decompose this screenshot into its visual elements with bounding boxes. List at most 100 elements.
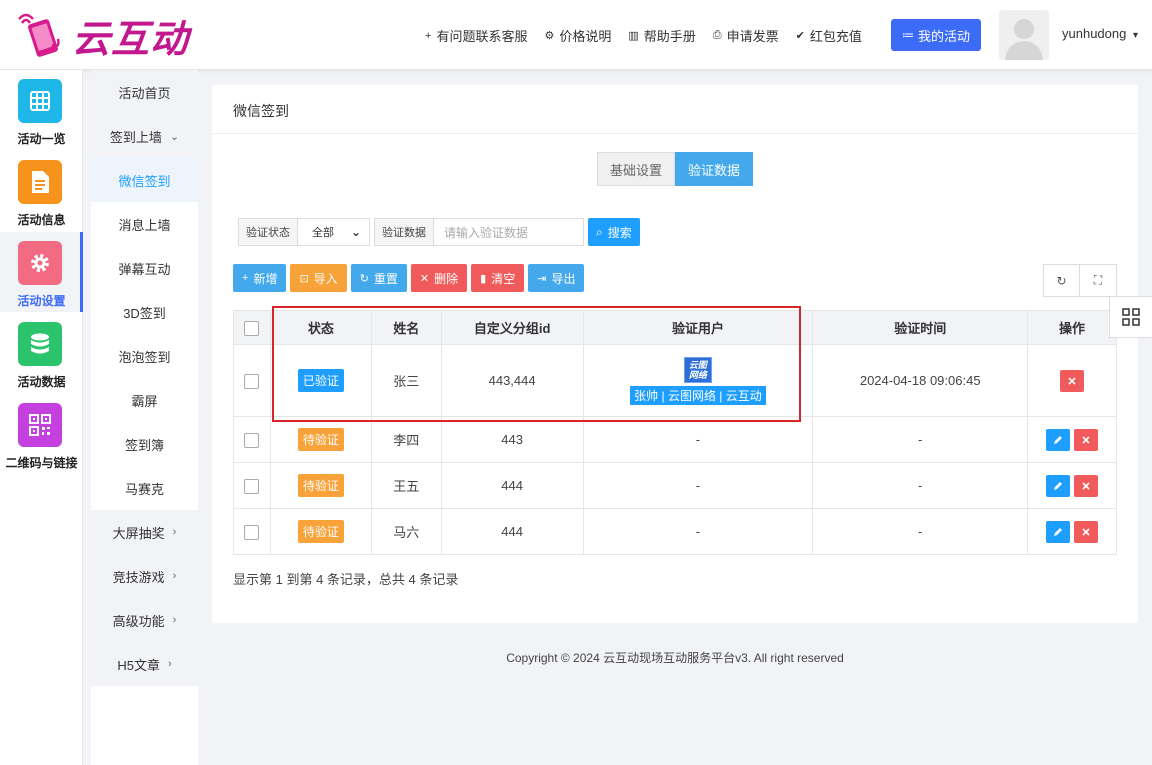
submenu-label: 马赛克	[124, 481, 164, 497]
sidebar-item-3[interactable]: 活动数据	[0, 313, 83, 393]
submenu-item-13[interactable]: H5文章 ›	[91, 642, 198, 686]
edit-button[interactable]	[1046, 520, 1071, 543]
table-row: 待验证 马六 444- -	[233, 508, 1117, 555]
verify-data-input[interactable]: 请输入验证数据	[434, 218, 584, 246]
avatar[interactable]	[999, 10, 1049, 60]
toolbar-label: 新增	[253, 271, 278, 286]
row-checkbox[interactable]	[244, 478, 260, 494]
chevron-icon: ›	[172, 614, 177, 626]
submenu-item-8[interactable]: 签到簿	[91, 422, 198, 466]
edit-button[interactable]	[1046, 428, 1071, 451]
pencil-icon	[1054, 435, 1063, 444]
submenu-label: 消息上墙	[118, 217, 171, 233]
my-activity-button[interactable]: ≔ 我的活动	[891, 19, 981, 51]
submenu-item-1[interactable]: 签到上墙 ⌄	[91, 114, 198, 158]
submenu-item-7[interactable]: 霸屏	[91, 378, 198, 422]
submenu-label: 泡泡签到	[118, 349, 171, 365]
row-checkbox[interactable]	[244, 432, 260, 448]
row-checkbox[interactable]	[244, 524, 260, 540]
data-filter-label: 验证数据	[374, 218, 434, 246]
submenu-item-6[interactable]: 泡泡签到	[91, 334, 198, 378]
time-cell: 2024-04-18 09:06:45	[812, 344, 1029, 417]
toolbar-button-0[interactable]: + 新增	[233, 264, 287, 292]
submenu-item-4[interactable]: 弹幕互动	[91, 246, 198, 290]
col-verify-time: 验证时间	[812, 310, 1029, 345]
submenu-item-0[interactable]: 活动首页	[91, 70, 198, 114]
submenu-label: 微信签到	[118, 173, 171, 189]
submenu-item-2[interactable]: 微信签到	[91, 158, 198, 202]
delete-button[interactable]	[1074, 520, 1099, 543]
select-all-checkbox[interactable]	[244, 320, 260, 336]
top-nav: + 有问题联系客服 ⚙ 价格说明 ▥ 帮助手册 ⎙ 申请发票 ✔ 红包充值	[425, 26, 879, 45]
tab-basic-settings[interactable]: 基础设置	[597, 152, 676, 186]
printer-icon: ⎙	[712, 29, 722, 41]
topnav-item-2[interactable]: ▥ 帮助手册	[628, 26, 695, 45]
topnav-item-4[interactable]: ✔ 红包充值	[796, 26, 862, 45]
submenu-item-10[interactable]: 大屏抽奖 ›	[91, 510, 198, 554]
submenu-item-11[interactable]: 竞技游戏 ›	[91, 554, 198, 598]
search-button-label: 搜索	[607, 225, 632, 240]
select-all-cell	[233, 310, 271, 345]
pencil-icon	[1054, 481, 1063, 490]
submenu-item-12[interactable]: 高级功能 ›	[91, 598, 198, 642]
sidebar-item-4[interactable]: 二维码与链接	[0, 394, 83, 474]
fullscreen-button[interactable]: ⛶	[1080, 264, 1117, 297]
toolbar-button-2[interactable]: ↻ 重置	[350, 264, 407, 292]
time-cell: -	[812, 508, 1029, 555]
verify-user-cell: -	[582, 508, 814, 555]
toolbar-button-1[interactable]: ⊡ 导入	[290, 264, 347, 292]
floating-qr-button[interactable]	[1109, 296, 1152, 338]
brand-name: 云互动	[72, 16, 190, 61]
status-badge: 待验证	[297, 520, 344, 543]
topnav-item-1[interactable]: ⚙ 价格说明	[544, 26, 611, 45]
submenu-item-5[interactable]: 3D签到	[91, 290, 198, 334]
grid-icon	[18, 79, 62, 123]
close-icon	[1082, 481, 1090, 490]
table-tools: ↻ ⛶	[1043, 264, 1117, 297]
submenu-item-3[interactable]: 消息上墙	[91, 202, 198, 246]
trash-icon: ▮	[480, 272, 487, 285]
search-button[interactable]: ⌕ 搜索	[588, 218, 640, 246]
toolbar-button-4[interactable]: ▮ 清空	[471, 264, 525, 292]
edit-button[interactable]	[1046, 474, 1071, 497]
delete-button[interactable]	[1074, 428, 1099, 451]
pencil-icon	[1054, 527, 1063, 536]
delete-button[interactable]	[1074, 474, 1099, 497]
divider	[212, 133, 1138, 134]
status-select[interactable]: 全部 ⌄	[298, 218, 370, 246]
row-checkbox[interactable]	[244, 373, 260, 389]
qrcode-icon	[18, 403, 62, 447]
user-menu[interactable]: yunhudong ▾	[1062, 26, 1138, 41]
refresh-button[interactable]: ↻	[1043, 264, 1080, 297]
name-cell: 李四	[370, 416, 442, 463]
delete-button[interactable]	[1060, 369, 1085, 392]
topnav-label: 帮助手册	[643, 29, 696, 44]
submenu-item-9[interactable]: 马赛克	[91, 466, 198, 510]
tab-verify-data[interactable]: 验证数据	[675, 152, 754, 186]
group-cell: 444	[440, 508, 584, 555]
toolbar-button-3[interactable]: ✕ 删除	[410, 264, 468, 292]
brand-logo[interactable]: 云互动	[18, 10, 190, 61]
sidebar-item-label: 活动信息	[17, 213, 66, 227]
verify-user-cell: -	[582, 462, 814, 509]
status-cell: 待验证	[269, 462, 372, 509]
sidebar-item-2[interactable]: 活动设置	[0, 232, 83, 312]
checkbox-cell	[233, 462, 271, 509]
submenu-label: 3D签到	[123, 305, 166, 321]
time-cell: -	[812, 416, 1029, 463]
submenu-label: 高级功能	[112, 613, 165, 629]
shield-icon: ✔	[795, 30, 805, 42]
sidebar-item-1[interactable]: 活动信息	[0, 151, 83, 231]
topnav-item-3[interactable]: ⎙ 申请发票	[713, 26, 779, 45]
checkbox-cell	[233, 508, 271, 555]
sidebar-item-label: 活动一览	[17, 132, 66, 146]
toolbar-button-5[interactable]: ⇥ 导出	[528, 264, 585, 292]
close-icon	[1082, 527, 1090, 536]
toolbar-label: 导入	[313, 271, 338, 286]
sidebar-item-0[interactable]: 活动一览	[0, 70, 83, 150]
topnav-item-0[interactable]: + 有问题联系客服	[425, 26, 527, 45]
search-icon: ⌕	[596, 224, 603, 239]
actions-cell	[1027, 416, 1117, 463]
toolbar-label: 导出	[551, 271, 576, 286]
chevron-down-icon: ⌄	[350, 225, 361, 239]
